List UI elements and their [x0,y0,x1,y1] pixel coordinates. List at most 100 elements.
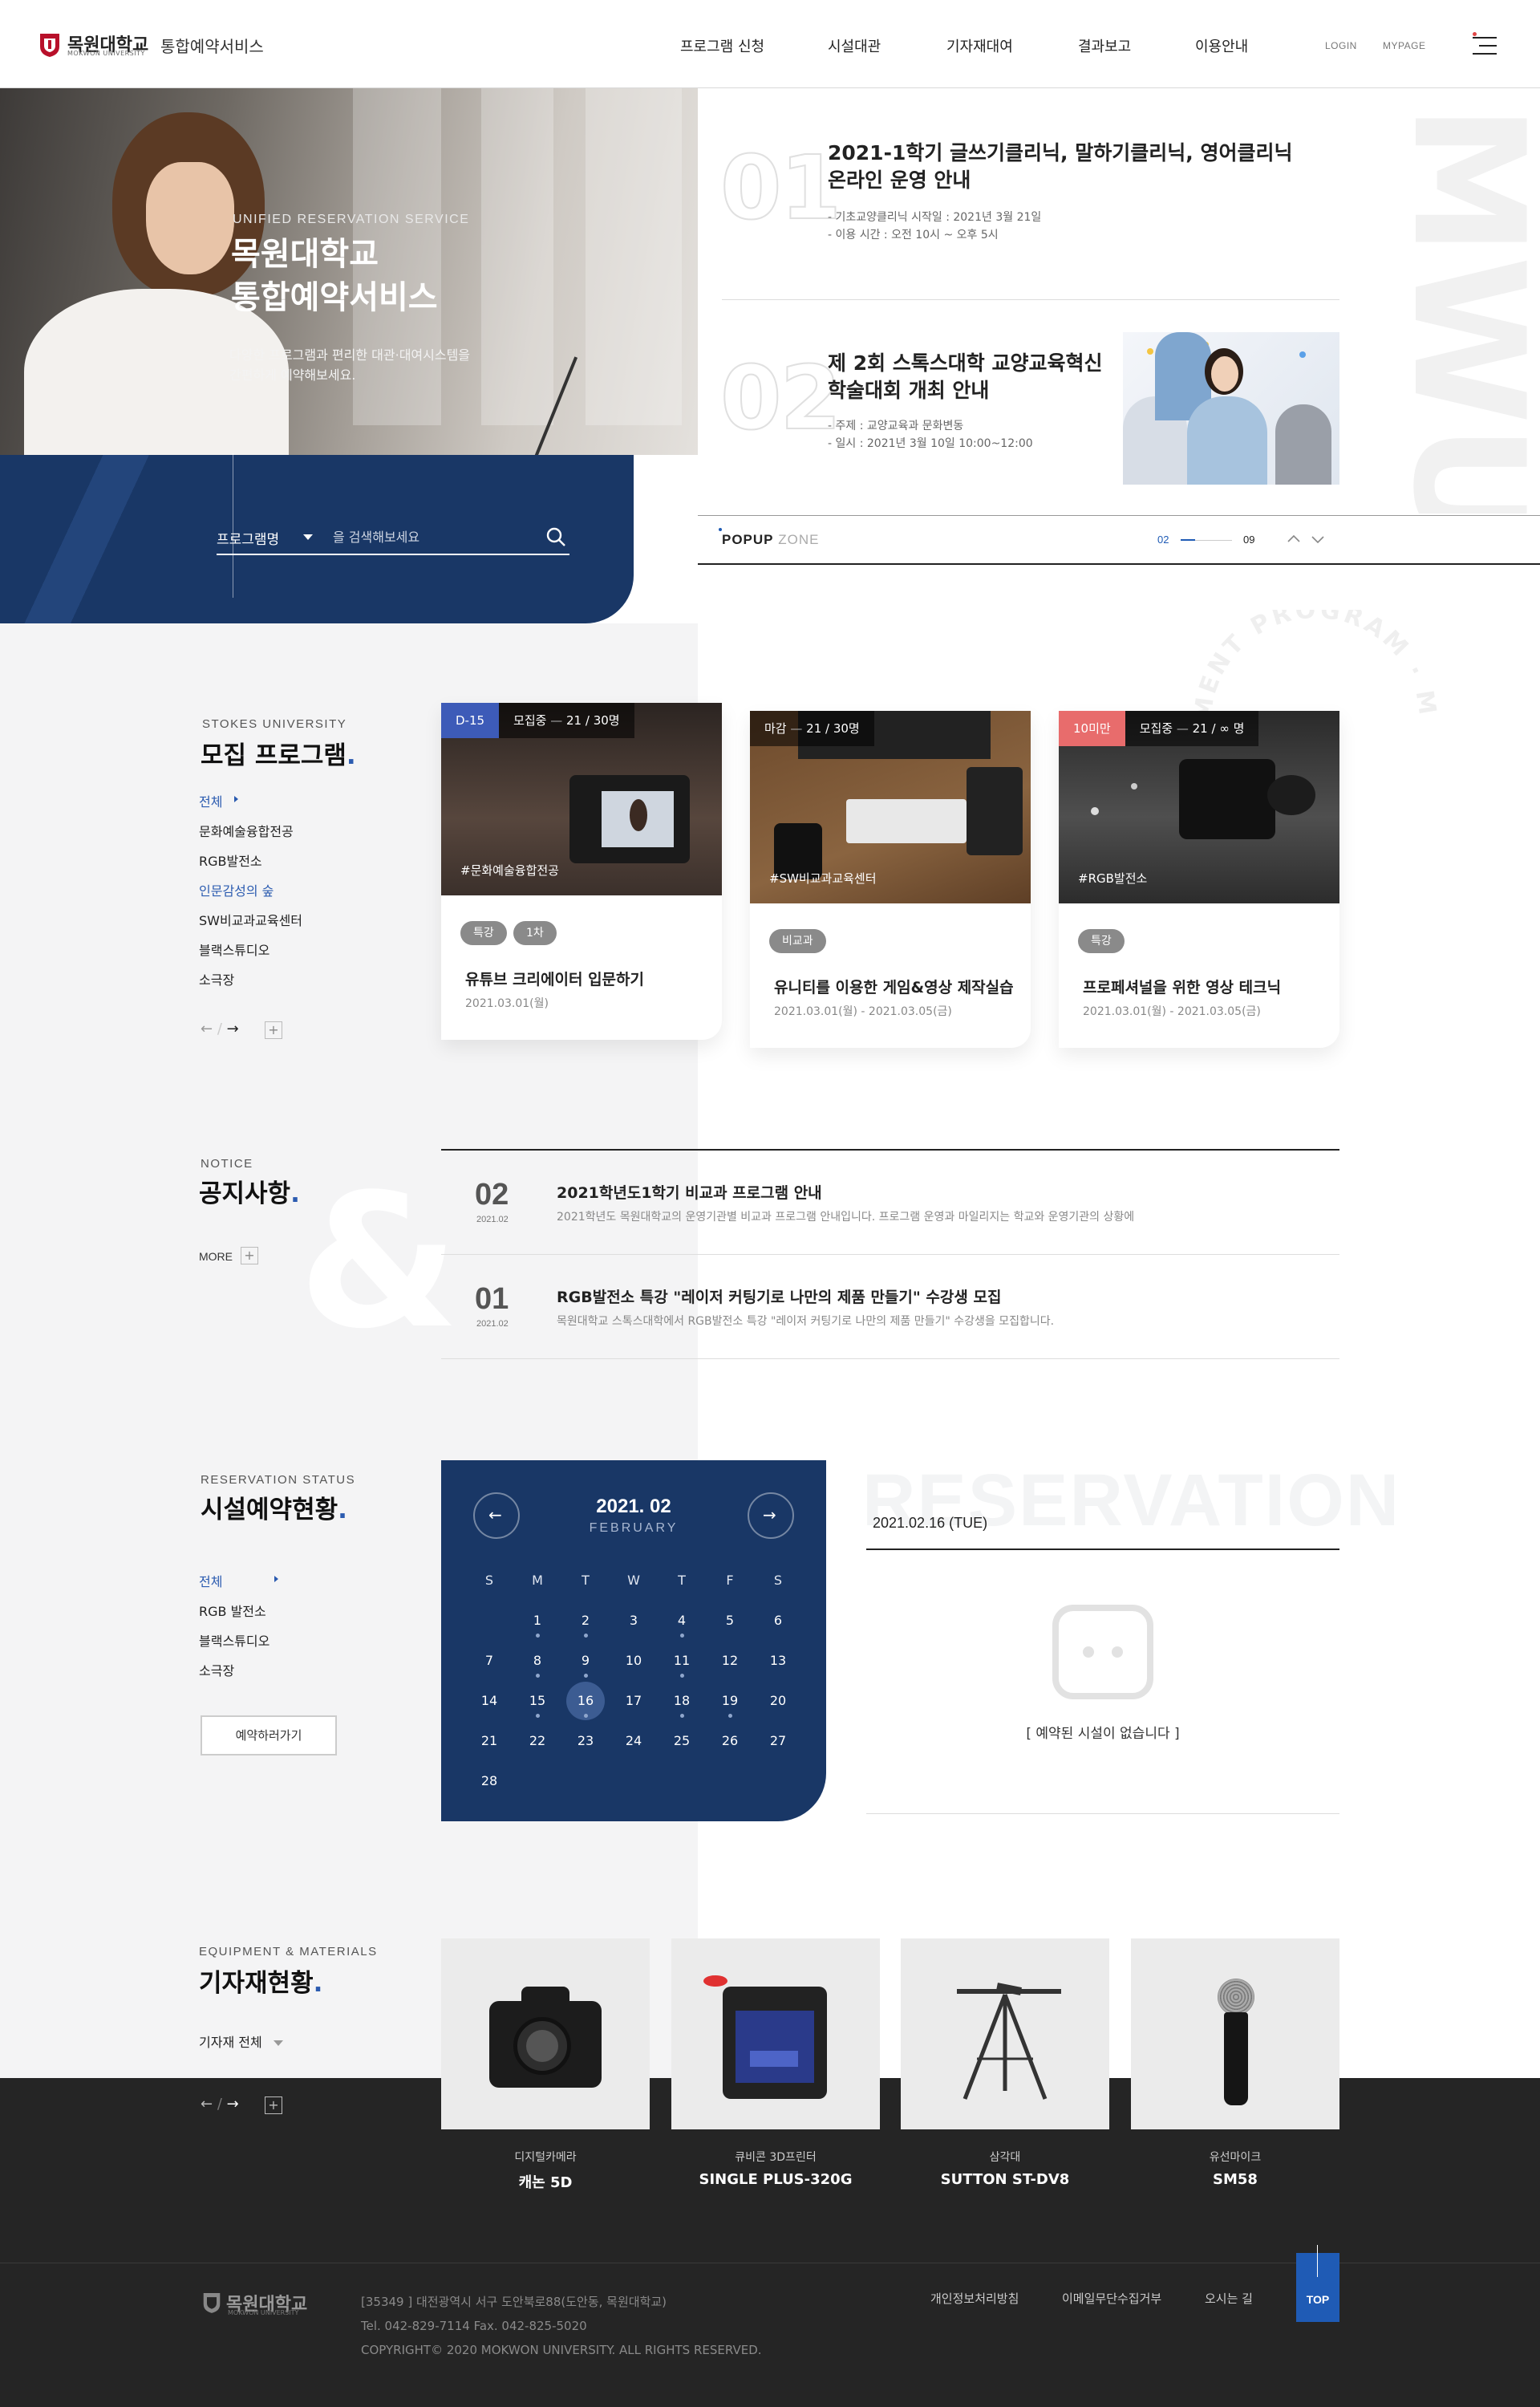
equipment-card[interactable]: 디지털카메라 캐논 5D [441,1938,650,2192]
login-link[interactable]: LOGIN [1325,40,1357,51]
calendar-day[interactable]: 1 [521,1613,553,1628]
calendar-day[interactable]: 24 [618,1733,650,1748]
calendar-day[interactable]: 2 [569,1613,602,1628]
calendar-day[interactable]: 10 [618,1653,650,1668]
calendar-event-dot [584,1674,588,1678]
calendar-weekday: T [582,1573,590,1588]
equipment-card[interactable]: 삼각대 SUTTON ST-DV8 [901,1938,1109,2188]
arrow-right-icon[interactable]: → [227,2096,239,2113]
category-item[interactable]: 문화예술융합전공 [199,821,294,840]
equipment-filter-select[interactable]: 기자재 전체 [199,2032,283,2051]
calendar-day[interactable]: 8 [521,1653,553,1668]
calendar-day[interactable]: 20 [762,1693,794,1708]
menu-icon[interactable] [1473,32,1497,55]
section-title: 시설예약현황. [201,1496,347,1524]
popup-zone: MWU 01 2021-1학기 글쓰기클리닉, 말하기클리닉, 영어클리닉 온라… [698,88,1540,565]
popup-meta-line: - 이용 시간 : 오전 10시 ~ 오후 5시 [828,229,999,242]
directions-link[interactable]: 오시는 길 [1205,2290,1253,2307]
category-item[interactable]: RGB발전소 [199,850,262,870]
hero-title-line: 목원대학교 [231,236,379,273]
calendar-day[interactable]: 21 [473,1733,505,1748]
reserve-button[interactable]: 예약하러가기 [201,1715,337,1756]
category-item[interactable]: 인문감성의 숲 [199,880,274,899]
section-title: 공지사항. [199,1179,300,1208]
notice-item[interactable]: 02 2021.02 2021학년도1학기 비교과 프로그램 안내 2021학년… [441,1151,1339,1255]
pager-current: 02 [1157,534,1169,546]
calendar-day[interactable]: 16 [569,1693,602,1708]
nav-facility-rental[interactable]: 시설대관 [828,35,881,56]
calendar-day[interactable]: 26 [714,1733,746,1748]
facility-item[interactable]: RGB 발전소 [199,1601,266,1620]
calendar-day[interactable]: 6 [762,1613,794,1628]
category-item[interactable]: 소극장 [199,969,234,988]
calendar-day[interactable]: 5 [714,1613,746,1628]
equipment-card[interactable]: 유선마이크 SM58 [1131,1938,1339,2188]
caret-right-icon [234,796,238,802]
calendar-day[interactable]: 9 [569,1653,602,1668]
category-item[interactable]: 블랙스튜디오 [199,940,270,959]
program-card[interactable]: 마감 — 21 / 30명 #SW비교과교육센터 비교과 유니티를 이용한 게임… [750,711,1031,1048]
popup-title[interactable]: 제 2회 스톡스대학 교양교육혁신 학술대회 개최 안내 [828,350,1103,404]
calendar-day[interactable]: 11 [666,1653,698,1668]
arrow-right-icon[interactable]: → [227,1021,239,1037]
mypage-link[interactable]: MYPAGE [1383,40,1425,51]
plus-icon[interactable]: + [241,1247,258,1264]
service-name[interactable]: 통합예약서비스 [160,34,264,57]
scroll-top-button[interactable]: TOP [1296,2245,1339,2322]
calendar-day[interactable]: 18 [666,1693,698,1708]
facility-item[interactable]: 블랙스튜디오 [199,1630,270,1650]
category-all[interactable]: 전체 [199,791,222,810]
calendar-day[interactable]: 17 [618,1693,650,1708]
nav-program-apply[interactable]: 프로그램 신청 [680,35,764,56]
card-hashtag: #문화예술융합전공 [460,863,559,878]
card-date: 2021.03.01(월) - 2021.03.05(금) [774,1005,952,1018]
notice-description: 목원대학교 스톡스대학에서 RGB발전소 특강 "레이저 커팅기로 나만의 제품… [557,1315,1055,1328]
section-kicker: NOTICE [201,1157,253,1171]
facility-all[interactable]: 전체 [199,1571,222,1590]
arrow-left-icon[interactable]: ← [201,2096,213,2113]
university-emblem-icon[interactable] [38,32,61,58]
plus-icon[interactable]: + [265,1021,282,1039]
popup-image[interactable] [1123,332,1339,485]
footer-address: [35349 ] 대전광역시 서구 도안북로88(도안동, 목원대학교) [361,2295,667,2309]
notice-item[interactable]: 01 2021.02 RGB발전소 특강 "레이저 커팅기로 나만의 제품 만들… [441,1255,1339,1359]
chevron-down-icon[interactable] [1311,534,1325,545]
calendar-day[interactable]: 27 [762,1733,794,1748]
notice-more-link[interactable]: MORE [199,1250,233,1263]
program-card[interactable]: D-15 모집중 — 21 / 30명 #문화예술융합전공 특강 1차 유튜브 크… [441,703,722,1040]
search-category-select[interactable]: 프로그램명 [217,528,279,548]
facility-list: 전체 RGB 발전소 블랙스튜디오 소극장 [199,1571,359,1678]
calendar-day[interactable]: 13 [762,1653,794,1668]
chevron-up-icon[interactable] [1287,534,1301,545]
equipment-card[interactable]: 큐비콘 3D프린터 SINGLE PLUS-320G [671,1938,880,2188]
search-icon[interactable] [545,526,566,547]
equipment-name: SINGLE PLUS-320G [699,2171,853,2188]
caret-down-icon[interactable] [303,534,313,540]
calendar-weekday: W [627,1573,640,1588]
program-card[interactable]: 10미만 모집중 — 21 / ∞ 명 #RGB발전소 특강 프로페셔널을 위한 … [1059,711,1339,1048]
hero-description: 다양한 프로그램과 편리한 대관·대여시스템을 간편하게 예약해보세요. [229,345,518,385]
plus-icon[interactable]: + [265,2096,282,2114]
calendar-day[interactable]: 15 [521,1693,553,1708]
nav-result-report[interactable]: 결과보고 [1078,35,1131,56]
nav-equipment-rental[interactable]: 기자재대여 [946,35,1013,56]
equipment-category: 유선마이크 [1209,2151,1262,2164]
calendar-day[interactable]: 14 [473,1693,505,1708]
popup-title[interactable]: 2021-1학기 글쓰기클리닉, 말하기클리닉, 영어클리닉 온라인 운영 안내 [828,140,1292,194]
privacy-policy-link[interactable]: 개인정보처리방침 [930,2290,1019,2307]
category-item[interactable]: SW비교과교육센터 [199,910,302,929]
calendar-day[interactable]: 19 [714,1693,746,1708]
calendar-day[interactable]: 28 [473,1773,505,1788]
calendar-day[interactable]: 4 [666,1613,698,1628]
calendar-day[interactable]: 12 [714,1653,746,1668]
calendar-day[interactable]: 23 [569,1733,602,1748]
search-input[interactable] [333,525,533,549]
email-policy-link[interactable]: 이메일무단수집거부 [1062,2290,1161,2307]
calendar-day[interactable]: 25 [666,1733,698,1748]
arrow-left-icon[interactable]: ← [201,1021,213,1037]
calendar-day[interactable]: 22 [521,1733,553,1748]
facility-item[interactable]: 소극장 [199,1660,234,1679]
calendar-day[interactable]: 3 [618,1613,650,1628]
calendar-day[interactable]: 7 [473,1653,505,1668]
nav-usage-guide[interactable]: 이용안내 [1195,35,1248,56]
